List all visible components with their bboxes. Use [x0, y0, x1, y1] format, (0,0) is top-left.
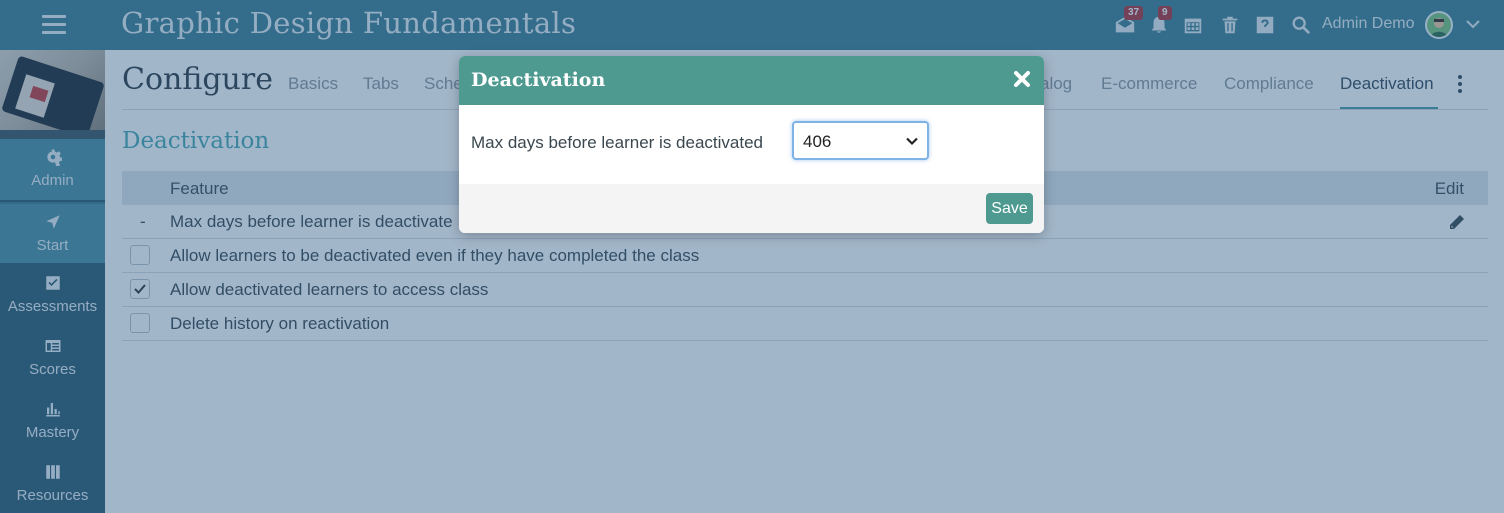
dialog-header: Deactivation [459, 56, 1044, 105]
save-button[interactable]: Save [986, 193, 1033, 224]
close-icon[interactable] [1012, 69, 1032, 89]
max-days-label: Max days before learner is deactivated [471, 133, 763, 152]
select-value: 406 [803, 132, 832, 151]
dialog-body: Max days before learner is deactivated 4… [459, 105, 1044, 184]
chevron-down-icon [906, 137, 918, 146]
deactivation-dialog: Deactivation Max days before learner is … [459, 56, 1044, 233]
dialog-footer: Save [459, 184, 1044, 233]
max-days-select[interactable]: 406 [792, 121, 929, 160]
dialog-title: Deactivation [471, 69, 606, 91]
